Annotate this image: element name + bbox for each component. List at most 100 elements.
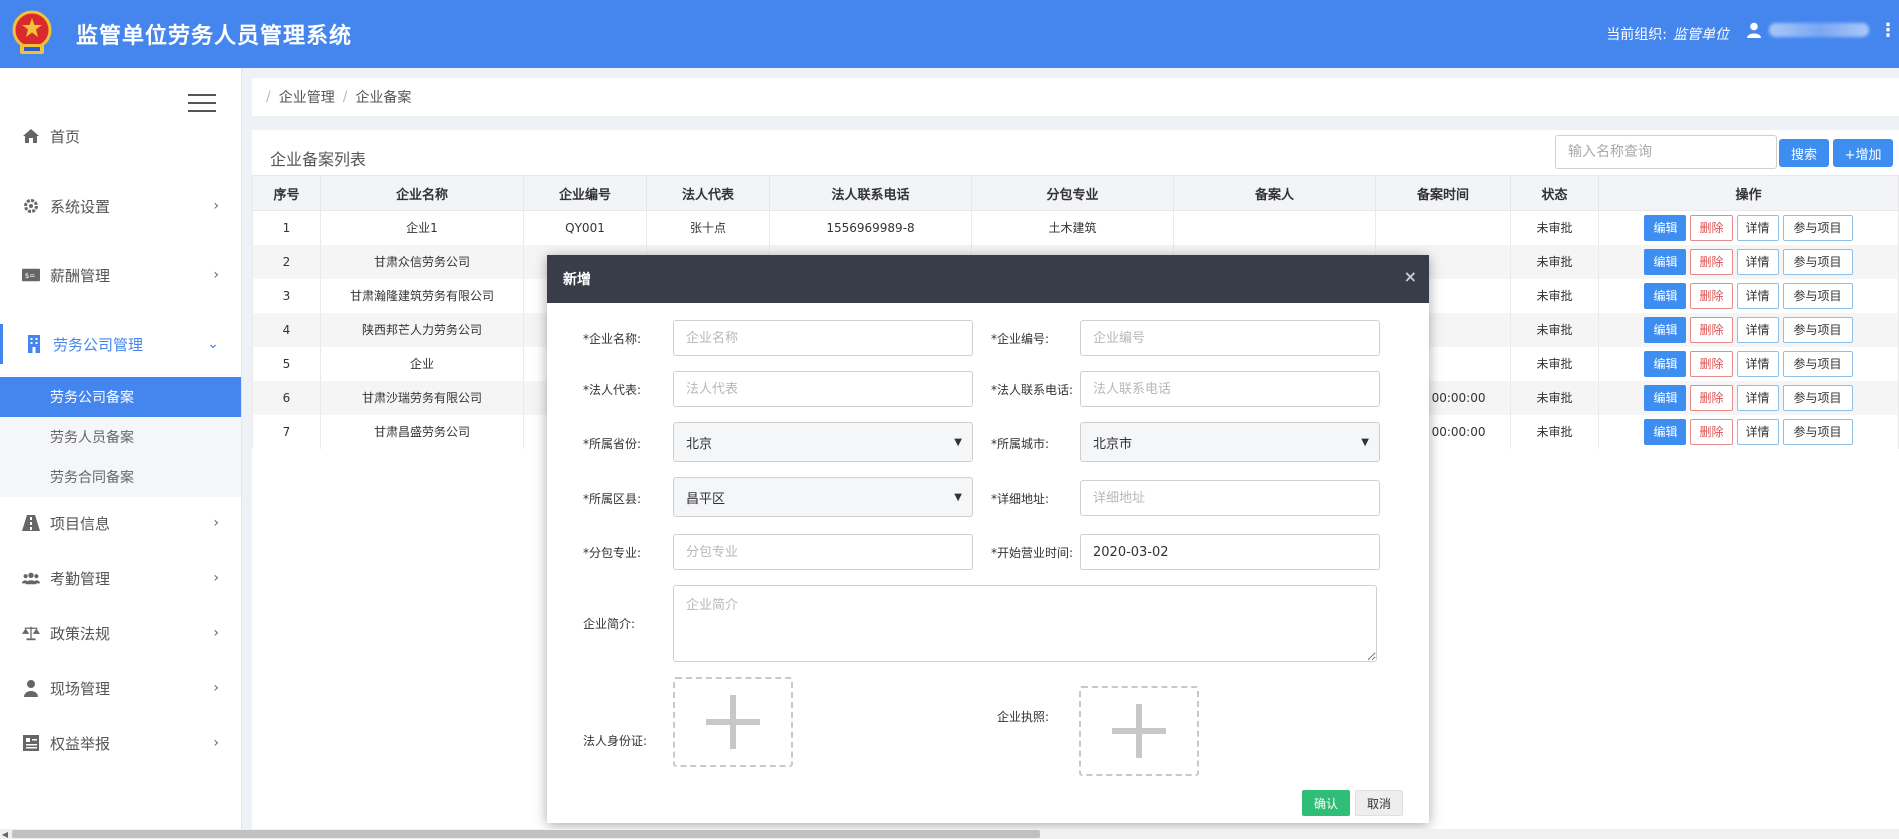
- table-cell-filer: [1173, 210, 1376, 245]
- join-project-button[interactable]: 参与项目: [1782, 418, 1853, 445]
- sidebar-item-rights-report[interactable]: 权益举报 ›: [0, 723, 241, 763]
- edit-button[interactable]: 编辑: [1644, 418, 1687, 445]
- user-menu[interactable]: [1747, 22, 1869, 38]
- edit-button[interactable]: 编辑: [1644, 384, 1687, 411]
- road-icon: [22, 514, 40, 532]
- specialty-field[interactable]: [673, 534, 973, 570]
- edit-button[interactable]: 编辑: [1644, 248, 1687, 275]
- menu-toggle-icon[interactable]: [188, 94, 216, 112]
- table-cell-status: 未审批: [1510, 210, 1599, 245]
- scrollbar-thumb[interactable]: [12, 830, 1040, 838]
- city-select[interactable]: 北京市 ▼: [1080, 422, 1380, 462]
- more-icon[interactable]: ⋮: [1879, 22, 1897, 40]
- sidebar-item-site[interactable]: 现场管理 ›: [0, 668, 241, 708]
- detail-button[interactable]: 详情: [1736, 282, 1779, 309]
- join-project-button[interactable]: 参与项目: [1782, 350, 1853, 377]
- sidebar-item-project[interactable]: 项目信息 ›: [0, 503, 241, 543]
- table-cell-no: 7: [252, 414, 321, 449]
- sidebar-item-payroll[interactable]: $= 薪酬管理 ›: [0, 255, 241, 295]
- horizontal-scrollbar[interactable]: ◀: [0, 829, 1899, 839]
- close-icon[interactable]: ×: [1404, 269, 1417, 285]
- legal-phone-field[interactable]: [1080, 371, 1380, 407]
- home-icon: [22, 127, 40, 145]
- detail-button[interactable]: 详情: [1736, 248, 1779, 275]
- start-date-field[interactable]: [1080, 534, 1380, 570]
- plus-icon: [1112, 704, 1166, 758]
- legal-rep-field[interactable]: [673, 371, 973, 407]
- company-name-label: *企业名称:: [583, 332, 642, 346]
- license-label: 企业执照:: [997, 710, 1050, 724]
- delete-button[interactable]: 删除: [1690, 214, 1733, 241]
- table-cell-status: 未审批: [1510, 244, 1599, 279]
- district-select[interactable]: 昌平区 ▼: [673, 477, 973, 517]
- table-header-row: 序号 企业名称 企业编号 法人代表 法人联系电话 分包专业 备案人 备案时间 状…: [252, 175, 1899, 211]
- table-cell-no: 2: [252, 244, 321, 279]
- company-name-field[interactable]: [673, 320, 973, 356]
- delete-button[interactable]: 删除: [1690, 350, 1733, 377]
- breadcrumb: / 企业管理 / 企业备案: [252, 78, 1899, 116]
- table-row: 1 企业1 QY001 张十点 1556969989-8 土木建筑 未审批 编辑 删除 详情 参与项…: [252, 210, 1899, 245]
- join-project-button[interactable]: 参与项目: [1782, 282, 1853, 309]
- join-project-button[interactable]: 参与项目: [1782, 316, 1853, 343]
- id-card-upload[interactable]: [673, 677, 793, 767]
- scroll-left-icon[interactable]: ◀: [0, 829, 10, 839]
- add-company-dialog: 新增 × *企业名称: *企业编号: *法人代表: *法人联系电话: *所属省份…: [547, 255, 1429, 823]
- sidebar-item-settings[interactable]: 系统设置 ›: [0, 186, 241, 226]
- table-cell-name: 甘肃沙瑞劳务有限公司: [320, 380, 524, 415]
- table-cell-name: 企业1: [320, 210, 524, 245]
- license-upload[interactable]: [1079, 686, 1199, 776]
- sidebar-subitem-company-filing[interactable]: 劳务公司备案: [0, 377, 241, 417]
- sidebar-subitem-contract-filing[interactable]: 劳务合同备案: [0, 457, 241, 497]
- chevron-right-icon: ›: [213, 570, 219, 586]
- confirm-button[interactable]: 确认: [1302, 790, 1350, 816]
- sidebar-item-policy[interactable]: 政策法规 ›: [0, 613, 241, 653]
- detail-button[interactable]: 详情: [1736, 384, 1779, 411]
- address-label: *详细地址:: [991, 492, 1050, 506]
- column-header: 状态: [1510, 175, 1599, 211]
- company-code-field[interactable]: [1080, 320, 1380, 356]
- edit-button[interactable]: 编辑: [1644, 282, 1687, 309]
- detail-button[interactable]: 详情: [1736, 418, 1779, 445]
- sidebar-item-attendance[interactable]: 考勤管理 ›: [0, 558, 241, 598]
- join-project-button[interactable]: 参与项目: [1782, 384, 1853, 411]
- delete-button[interactable]: 删除: [1690, 418, 1733, 445]
- detail-button[interactable]: 详情: [1736, 316, 1779, 343]
- address-field[interactable]: [1080, 480, 1380, 516]
- table-cell-status: 未审批: [1510, 414, 1599, 449]
- table-cell-ops: 编辑 删除 详情 参与项目: [1598, 278, 1899, 313]
- delete-button[interactable]: 删除: [1690, 384, 1733, 411]
- caret-down-icon: ▼: [954, 492, 962, 503]
- edit-button[interactable]: 编辑: [1644, 316, 1687, 343]
- sidebar-item-home[interactable]: 首页: [0, 116, 241, 156]
- add-button[interactable]: +增加: [1833, 139, 1893, 167]
- province-select[interactable]: 北京 ▼: [673, 422, 973, 462]
- delete-button[interactable]: 删除: [1690, 282, 1733, 309]
- sidebar-subitem-worker-filing[interactable]: 劳务人员备案: [0, 417, 241, 457]
- table-cell-no: 6: [252, 380, 321, 415]
- join-project-button[interactable]: 参与项目: [1782, 248, 1853, 275]
- payroll-icon: $=: [22, 266, 40, 284]
- delete-button[interactable]: 删除: [1690, 316, 1733, 343]
- edit-button[interactable]: 编辑: [1644, 350, 1687, 377]
- join-project-button[interactable]: 参与项目: [1782, 214, 1853, 241]
- table-cell-code: QY001: [523, 210, 647, 245]
- intro-textarea[interactable]: [673, 585, 1377, 662]
- delete-button[interactable]: 删除: [1690, 248, 1733, 275]
- sidebar-item-labor-company[interactable]: 劳务公司管理 ⌄: [0, 324, 241, 364]
- table-cell-status: 未审批: [1510, 312, 1599, 347]
- district-label: *所属区县:: [583, 492, 642, 506]
- sidebar-item-label: 首页: [50, 127, 81, 146]
- scale-icon: [22, 624, 40, 642]
- cancel-button[interactable]: 取消: [1355, 790, 1403, 816]
- search-button[interactable]: 搜索: [1779, 139, 1829, 167]
- table-cell-no: 4: [252, 312, 321, 347]
- edit-button[interactable]: 编辑: [1644, 214, 1687, 241]
- detail-button[interactable]: 详情: [1736, 214, 1779, 241]
- search-input[interactable]: [1555, 135, 1777, 169]
- column-header: 企业名称: [320, 175, 524, 211]
- table-cell-name: 甘肃瀚隆建筑劳务有限公司: [320, 278, 524, 313]
- detail-button[interactable]: 详情: [1736, 350, 1779, 377]
- column-header: 备案时间: [1375, 175, 1511, 211]
- breadcrumb-item[interactable]: 企业管理: [279, 87, 335, 107]
- table-cell-spec: 土木建筑: [971, 210, 1174, 245]
